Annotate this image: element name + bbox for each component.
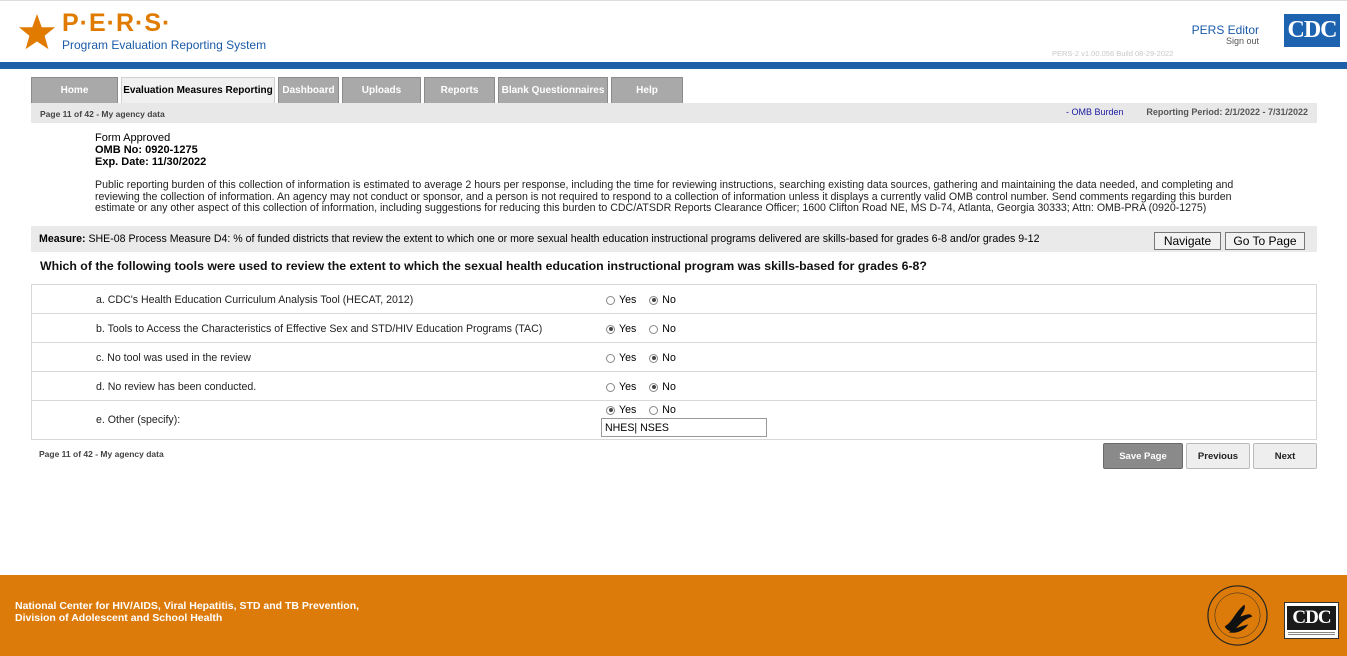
- burden-statement: Public reporting burden of this collecti…: [95, 179, 1234, 214]
- hhs-seal-icon: [1207, 585, 1268, 646]
- no-radio[interactable]: [649, 324, 659, 334]
- yes-no-group: Yes No: [606, 381, 689, 393]
- answer-label: e. Other (specify):: [96, 414, 181, 426]
- footer-line-1: National Center for HIV/AIDS, Viral Hepa…: [15, 600, 360, 612]
- yes-label: Yes: [619, 352, 637, 364]
- no-radio[interactable]: [649, 405, 659, 415]
- form-approved-label: Form Approved: [95, 132, 171, 144]
- cdc-logo: CDC: [1284, 14, 1340, 47]
- yes-radio[interactable]: [606, 324, 615, 334]
- yes-no-group: Yes No: [606, 404, 689, 416]
- omb-burden-link[interactable]: - OMB Burden: [1066, 107, 1124, 117]
- answer-row: d. No review has been conducted. Yes No: [32, 372, 1316, 401]
- tab-evaluation-measures-reporting[interactable]: Evaluation Measures Reporting: [121, 77, 275, 103]
- other-specify-input[interactable]: [601, 418, 767, 437]
- no-radio[interactable]: [649, 295, 659, 305]
- version-info: PERS-2 v1.00.056 Build 08-29-2022: [1052, 49, 1174, 58]
- answer-label: a. CDC's Health Education Curriculum Ana…: [96, 294, 414, 306]
- measure-prefix: Measure:: [39, 233, 86, 245]
- page-indicator: Page 11 of 42 - My agency data: [40, 109, 165, 119]
- omb-number: OMB No: 0920-1275: [95, 144, 198, 156]
- form-approval-block: Form Approved OMB No: 0920-1275 Exp. Dat…: [95, 132, 206, 168]
- yes-radio[interactable]: [606, 405, 615, 415]
- answer-row: c. No tool was used in the review Yes No: [32, 343, 1316, 372]
- previous-button[interactable]: Previous: [1186, 443, 1250, 469]
- save-page-button[interactable]: Save Page: [1103, 443, 1183, 469]
- question-text: Which of the following tools were used t…: [40, 259, 927, 273]
- tab-help[interactable]: Help: [611, 77, 683, 103]
- tab-reports[interactable]: Reports: [424, 77, 495, 103]
- measure-bar: Measure: SHE-08 Process Measure D4: % of…: [31, 226, 1317, 252]
- tab-home[interactable]: Home: [31, 77, 118, 103]
- yes-label: Yes: [619, 323, 637, 335]
- cdc-footer-logo: CDC: [1284, 602, 1339, 639]
- cdc-footer-logo-tagline: [1288, 632, 1335, 635]
- navigate-button[interactable]: Navigate: [1154, 232, 1221, 250]
- tab-dashboard[interactable]: Dashboard: [278, 77, 339, 103]
- yes-no-group: Yes No: [606, 323, 689, 335]
- sign-out-link[interactable]: Sign out: [1226, 36, 1259, 46]
- answer-row: e. Other (specify): Yes No: [32, 401, 1316, 439]
- answer-label: b. Tools to Access the Characteristics o…: [96, 323, 543, 335]
- expiration-date: Exp. Date: 11/30/2022: [95, 156, 207, 168]
- star-logo-icon: [18, 13, 56, 50]
- user-role-link[interactable]: PERS Editor: [1192, 23, 1259, 37]
- page-footer: National Center for HIV/AIDS, Viral Hepa…: [0, 575, 1347, 656]
- yes-label: Yes: [619, 404, 637, 416]
- measure-text: SHE-08 Process Measure D4: % of funded d…: [88, 233, 1040, 245]
- yes-radio[interactable]: [606, 295, 615, 305]
- no-radio[interactable]: [649, 353, 659, 363]
- yes-radio[interactable]: [606, 382, 615, 392]
- main-tabs: Home Evaluation Measures Reporting Dashb…: [31, 77, 686, 103]
- cdc-footer-logo-mark: CDC: [1287, 606, 1336, 630]
- answer-row: a. CDC's Health Education Curriculum Ana…: [32, 285, 1316, 314]
- answer-label: d. No review has been conducted.: [96, 381, 257, 393]
- yes-label: Yes: [619, 294, 637, 306]
- answer-table: a. CDC's Health Education Curriculum Ana…: [31, 284, 1317, 440]
- page-indicator-bottom: Page 11 of 42 - My agency data: [39, 449, 164, 459]
- reporting-period: Reporting Period: 2/1/2022 - 7/31/2022: [1146, 107, 1308, 117]
- no-radio[interactable]: [649, 382, 659, 392]
- no-label: No: [662, 352, 676, 364]
- yes-no-group: Yes No: [606, 294, 689, 306]
- footer-line-2: Division of Adolescent and School Health: [15, 612, 223, 624]
- answer-row: b. Tools to Access the Characteristics o…: [32, 314, 1316, 343]
- no-label: No: [662, 381, 676, 393]
- cdc-logo-text: CDC: [1287, 17, 1338, 43]
- app-logo-subtitle: Program Evaluation Reporting System: [62, 38, 267, 52]
- footer-center-name: National Center for HIV/AIDS, Viral Hepa…: [15, 600, 359, 624]
- page-subbar: Page 11 of 42 - My agency data - OMB Bur…: [31, 103, 1317, 123]
- yes-no-group: Yes No: [606, 352, 689, 364]
- page-header: P·E·R·S· Program Evaluation Reporting Sy…: [0, 0, 1347, 62]
- tab-blank-questionnaires[interactable]: Blank Questionnaires: [498, 77, 608, 103]
- answer-label: c. No tool was used in the review: [96, 352, 251, 364]
- yes-label: Yes: [619, 381, 637, 393]
- cdc-footer-logo-text: CDC: [1292, 607, 1331, 628]
- no-label: No: [662, 323, 676, 335]
- no-label: No: [662, 404, 676, 416]
- tab-uploads[interactable]: Uploads: [342, 77, 421, 103]
- app-logo-title: P·E·R·S·: [62, 9, 172, 37]
- header-divider: [0, 62, 1347, 69]
- no-label: No: [662, 294, 676, 306]
- measure-label: Measure: SHE-08 Process Measure D4: % of…: [39, 233, 1039, 245]
- next-button[interactable]: Next: [1253, 443, 1317, 469]
- go-to-page-button[interactable]: Go To Page: [1225, 232, 1305, 250]
- yes-radio[interactable]: [606, 353, 615, 363]
